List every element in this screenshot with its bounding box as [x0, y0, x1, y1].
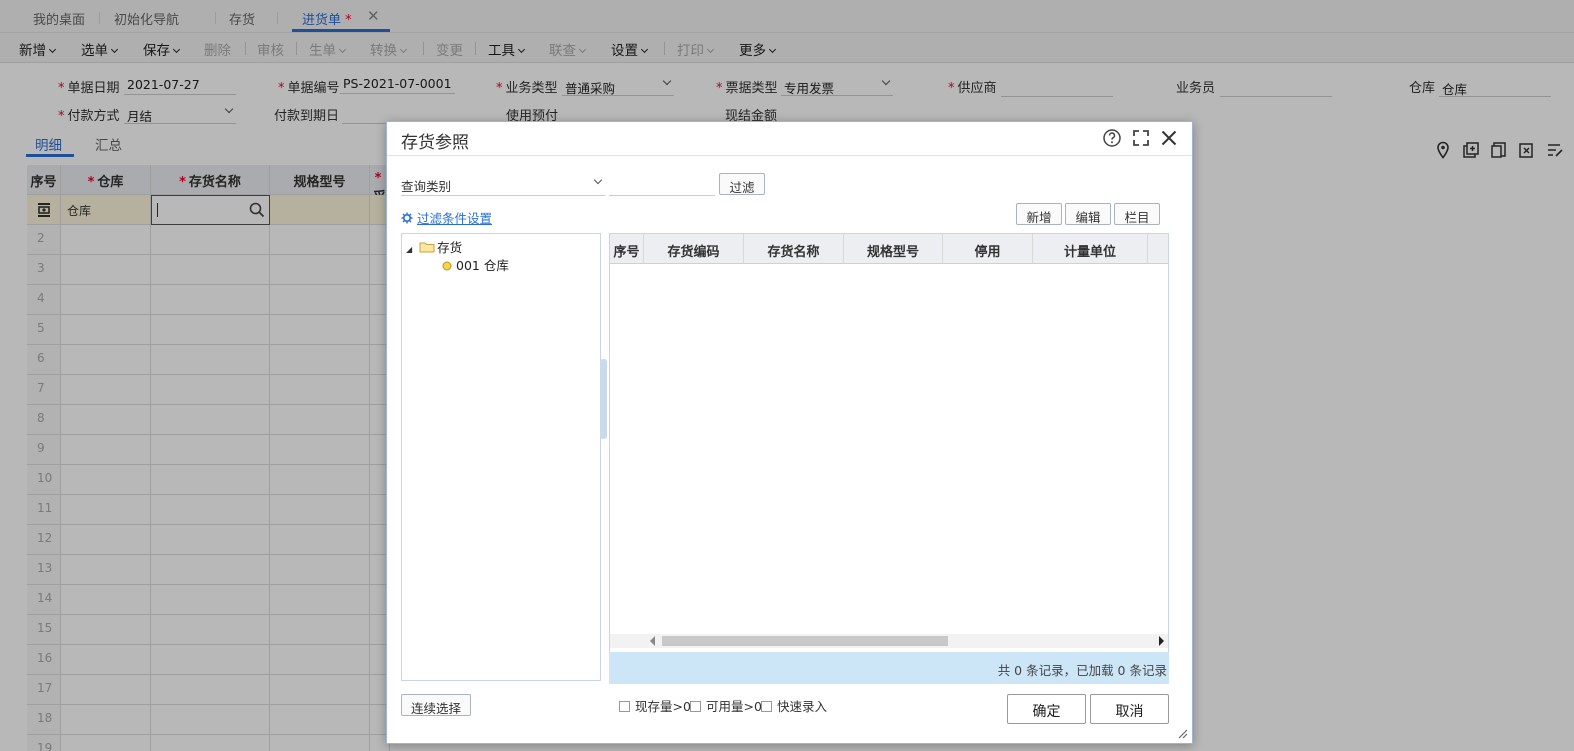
splitter-handle[interactable]	[600, 359, 607, 439]
checkbox-box[interactable]	[690, 701, 701, 712]
column-header-spec[interactable]: 规格型号	[844, 234, 943, 264]
checkbox-box[interactable]	[619, 701, 630, 712]
filter-button[interactable]: 过滤	[719, 173, 765, 195]
dialog-title: 存货参照	[401, 133, 469, 153]
column-header-filler	[1148, 234, 1168, 264]
resize-grip-icon[interactable]	[1176, 727, 1188, 739]
ok-button[interactable]: 确定	[1007, 694, 1086, 724]
tree-child-label: 001 仓库	[456, 258, 509, 273]
tree-node-root[interactable]: ◢ 存货	[406, 237, 462, 256]
scrollbar-thumb[interactable]	[662, 636, 948, 646]
expand-triangle-icon[interactable]: ◢	[406, 245, 412, 254]
gear-icon	[401, 212, 413, 224]
continuous-select-button[interactable]: 连续选择	[401, 694, 471, 716]
filter-settings-label: 过滤条件设置	[417, 211, 493, 226]
cancel-button[interactable]: 取消	[1090, 694, 1169, 724]
folder-icon	[419, 242, 435, 253]
column-header-code[interactable]: 存货编码	[644, 234, 744, 264]
tree-node-child[interactable]: 001 仓库	[442, 255, 509, 274]
tree-root-label: 存货	[437, 240, 463, 255]
column-header-unit[interactable]: 计量单位	[1033, 234, 1148, 264]
checkbox-label: 现存量>0	[635, 699, 691, 714]
chevron-down-icon	[593, 175, 603, 185]
edit-button[interactable]: 编辑	[1065, 203, 1111, 225]
scroll-left-icon[interactable]	[650, 636, 655, 646]
inventory-reference-dialog: 存货参照 查询类别 过滤 过滤条件设置 新增 编辑 栏目 ◢ 存货 001 仓库…	[386, 121, 1193, 744]
help-icon[interactable]	[1102, 128, 1122, 148]
horizontal-scrollbar[interactable]	[610, 634, 1168, 648]
close-icon[interactable]	[1159, 128, 1179, 148]
column-header-disabled[interactable]: 停用	[943, 234, 1033, 264]
maximize-icon[interactable]	[1131, 128, 1151, 148]
leaf-dot-icon	[442, 261, 452, 271]
quick-entry-checkbox[interactable]: 快速录入	[761, 696, 827, 715]
checkbox-label: 可用量>0	[706, 699, 762, 714]
add-button[interactable]: 新增	[1016, 203, 1062, 225]
inventory-table: 序号 存货编码 存货名称 规格型号 停用 计量单位	[609, 233, 1169, 684]
title-divider	[387, 155, 1192, 156]
scroll-right-icon[interactable]	[1159, 636, 1164, 646]
checkbox-box[interactable]	[761, 701, 772, 712]
query-input[interactable]	[609, 172, 715, 196]
category-tree: ◢ 存货 001 仓库	[401, 233, 601, 681]
column-header-name[interactable]: 存货名称	[744, 234, 844, 264]
query-category-select[interactable]: 查询类别	[401, 172, 605, 196]
query-category-label: 查询类别	[401, 179, 452, 194]
available-positive-checkbox[interactable]: 可用量>0	[690, 696, 762, 715]
column-header-seq[interactable]: 序号	[610, 234, 644, 264]
checkbox-label: 快速录入	[777, 699, 828, 714]
record-count-status: 共 0 条记录，已加载 0 条记录	[609, 652, 1169, 684]
stock-positive-checkbox[interactable]: 现存量>0	[619, 696, 691, 715]
filter-settings-link[interactable]: 过滤条件设置	[401, 208, 492, 227]
columns-button[interactable]: 栏目	[1114, 203, 1160, 225]
